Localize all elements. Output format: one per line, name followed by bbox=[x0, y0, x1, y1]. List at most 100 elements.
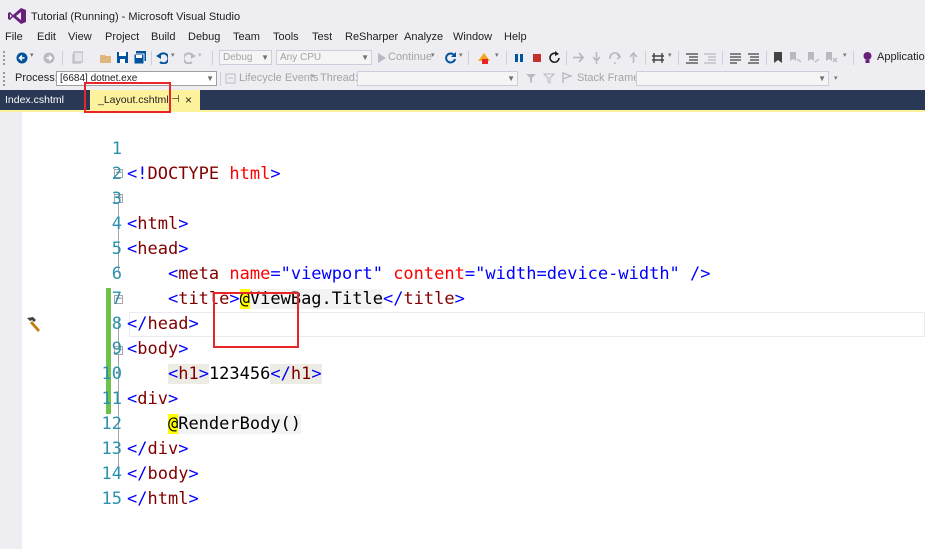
continue-play-icon[interactable] bbox=[377, 52, 387, 64]
separator bbox=[212, 51, 213, 65]
code-line-4: 4 <head> bbox=[22, 187, 925, 259]
application-insights-button[interactable]: Application bbox=[877, 51, 925, 63]
separator bbox=[722, 51, 723, 65]
undo-icon[interactable] bbox=[156, 52, 168, 64]
menu-build[interactable]: Build bbox=[151, 31, 175, 43]
flag-thread-icon[interactable] bbox=[543, 73, 555, 84]
flag-filter-icon[interactable] bbox=[525, 73, 537, 84]
outdent-icon[interactable] bbox=[703, 52, 717, 64]
separator bbox=[853, 51, 854, 65]
continue-button[interactable]: Continue bbox=[388, 51, 432, 63]
line-number: 15 bbox=[101, 489, 122, 509]
menu-window[interactable]: Window bbox=[453, 31, 492, 43]
open-file-icon[interactable] bbox=[99, 51, 113, 65]
application-insights-icon[interactable] bbox=[862, 51, 873, 65]
code-token: > bbox=[188, 489, 199, 509]
back-dropdown-icon[interactable]: ▾ bbox=[30, 51, 34, 59]
thread-dropdown[interactable]: ▼ bbox=[357, 71, 518, 86]
menu-resharper[interactable]: ReSharper bbox=[345, 31, 398, 43]
quick-actions-hammer-icon[interactable] bbox=[24, 315, 42, 333]
close-tab-icon[interactable]: × bbox=[185, 90, 192, 110]
code-token: html bbox=[147, 489, 189, 509]
refresh-dropdown-icon[interactable]: ▾ bbox=[459, 51, 463, 59]
process-label: Process: bbox=[15, 72, 58, 84]
show-flagged-threads-icon[interactable] bbox=[561, 72, 573, 84]
step-out-icon[interactable] bbox=[627, 51, 640, 64]
menu-tools[interactable]: Tools bbox=[273, 31, 299, 43]
stop-debugging-icon[interactable] bbox=[532, 53, 542, 63]
code-line-2: 2 bbox=[22, 137, 925, 184]
chevron-down-icon: ▼ bbox=[818, 74, 826, 83]
separator bbox=[645, 51, 646, 65]
save-all-icon[interactable] bbox=[133, 51, 147, 65]
forward-icon[interactable] bbox=[43, 52, 55, 64]
break-all-pause-icon[interactable] bbox=[514, 53, 524, 63]
show-next-statement-icon[interactable] bbox=[572, 51, 585, 64]
redo-icon[interactable] bbox=[184, 52, 196, 64]
menu-project[interactable]: Project bbox=[105, 31, 139, 43]
browser-link-dropdown-icon[interactable]: ▾ bbox=[495, 51, 499, 59]
code-line-10: 10 <div> bbox=[22, 337, 925, 409]
code-line-1: 1 <!DOCTYPE html> bbox=[22, 112, 925, 184]
step-into-icon[interactable] bbox=[590, 51, 603, 64]
refresh-icon[interactable] bbox=[444, 51, 457, 64]
previous-bookmark-icon[interactable] bbox=[789, 51, 802, 64]
menu-help[interactable]: Help bbox=[504, 31, 527, 43]
separator bbox=[151, 51, 152, 65]
chevron-down-icon: ▼ bbox=[261, 53, 269, 62]
menu-test[interactable]: Test bbox=[312, 31, 332, 43]
visual-studio-logo-icon bbox=[8, 8, 26, 24]
code-line-13: 13 </body> bbox=[22, 412, 925, 484]
annotation-highlight-tab bbox=[84, 82, 171, 113]
code-editor[interactable]: − − − − 1 <!DOCTYPE html> 2 3 <html> 4 <… bbox=[22, 112, 925, 549]
chevron-down-icon: ▼ bbox=[507, 74, 515, 83]
bookmark-icon[interactable] bbox=[773, 51, 783, 64]
menu-edit[interactable]: Edit bbox=[37, 31, 56, 43]
browser-link-icon[interactable] bbox=[476, 51, 492, 65]
next-bookmark-icon[interactable] bbox=[807, 51, 820, 64]
tab-index-cshtml[interactable]: Index.cshtml bbox=[0, 90, 88, 110]
menu-view[interactable]: View bbox=[68, 31, 92, 43]
comment-lines-icon[interactable] bbox=[729, 52, 742, 64]
toolbar-overflow-icon[interactable]: ▾ bbox=[834, 74, 838, 82]
menu-file[interactable]: File bbox=[5, 31, 23, 43]
hex-dropdown-icon[interactable]: ▾ bbox=[668, 51, 672, 59]
window-title: Tutorial (Running) - Microsoft Visual St… bbox=[31, 11, 241, 23]
toolbar-overflow-icon[interactable]: ▾ bbox=[843, 51, 847, 59]
pin-tab-icon[interactable]: ⊣ bbox=[171, 90, 180, 110]
back-icon[interactable] bbox=[16, 52, 28, 64]
menu-team[interactable]: Team bbox=[233, 31, 260, 43]
toolbar-grip[interactable] bbox=[3, 72, 8, 86]
clear-bookmarks-icon[interactable] bbox=[825, 51, 838, 64]
toolbar-grip[interactable] bbox=[3, 51, 8, 65]
code-line-9: 9 <h1>123456</h1> bbox=[22, 312, 925, 384]
solution-platform-dropdown[interactable]: Any CPU ▼ bbox=[276, 50, 372, 65]
chevron-down-icon: ▼ bbox=[361, 53, 369, 62]
stack-frame-label: Stack Frame: bbox=[577, 72, 643, 84]
save-icon[interactable] bbox=[116, 51, 129, 64]
redo-dropdown-icon[interactable]: ▾ bbox=[198, 51, 202, 59]
lifecycle-events-icon[interactable] bbox=[225, 73, 236, 84]
menu-debug[interactable]: Debug bbox=[188, 31, 220, 43]
hex-display-icon[interactable] bbox=[651, 51, 665, 65]
menu-analyze[interactable]: Analyze bbox=[404, 31, 443, 43]
thread-label: Thread: bbox=[320, 72, 358, 84]
format-document-icon[interactable] bbox=[685, 52, 699, 64]
continue-dropdown-icon[interactable]: ▾ bbox=[431, 51, 435, 59]
undo-dropdown-icon[interactable]: ▾ bbox=[171, 51, 175, 59]
step-over-icon[interactable] bbox=[608, 51, 622, 64]
restart-icon[interactable] bbox=[548, 51, 561, 64]
lifecycle-events-button[interactable]: Lifecycle Events bbox=[239, 72, 318, 84]
separator bbox=[766, 51, 767, 65]
uncomment-lines-icon[interactable] bbox=[747, 52, 760, 64]
solution-configuration-dropdown[interactable]: Debug ▼ bbox=[219, 50, 272, 65]
separator bbox=[566, 51, 567, 65]
new-project-icon[interactable] bbox=[70, 51, 83, 65]
separator bbox=[506, 51, 507, 65]
stack-frame-dropdown[interactable]: ▼ bbox=[636, 71, 829, 86]
separator bbox=[678, 51, 679, 65]
lifecycle-dropdown-icon[interactable]: ▾ bbox=[311, 72, 315, 80]
annotation-highlight-h1-value bbox=[213, 292, 299, 348]
solution-configuration-value: Debug bbox=[223, 52, 253, 63]
separator bbox=[220, 72, 221, 86]
